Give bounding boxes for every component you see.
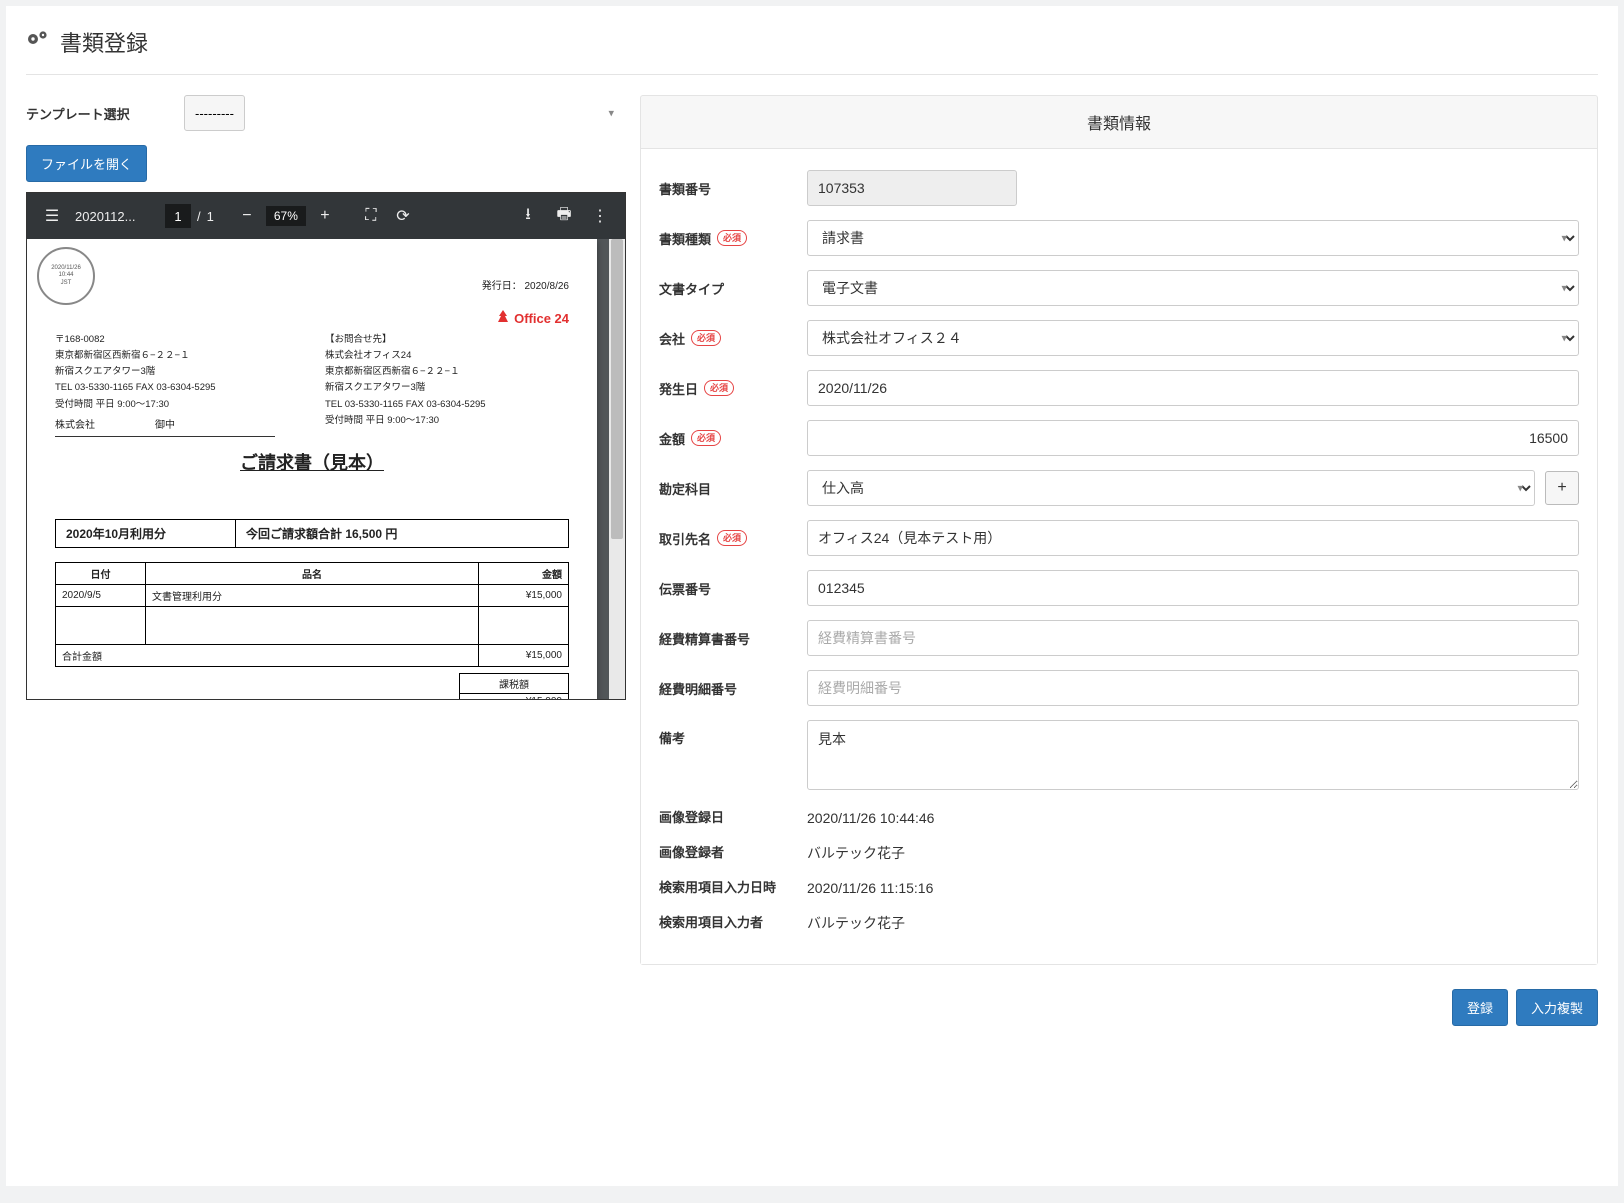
pdf-total-pages: 1 [207,209,214,224]
zoom-in-icon[interactable]: + [312,203,338,229]
account-select[interactable]: 仕入高 [807,470,1535,506]
image-reg-user: バルテック花子 [807,840,1579,863]
required-badge: 必須 [717,230,747,246]
template-select[interactable]: --------- [184,95,245,131]
gears-icon [26,29,50,55]
rotate-icon[interactable]: ⟳ [390,203,416,229]
timestamp-seal-icon: 2020/11/26 10:44 JST [37,247,95,305]
pdf-scrollbar[interactable] [609,239,625,699]
amount-field[interactable] [807,420,1579,456]
expense-line-no-field[interactable] [807,670,1579,706]
download-icon[interactable]: ⭳ [515,203,541,229]
doc-info-panel: 書類情報 書類番号 書類種類必須 請求書 文書タイプ 電子文書 [640,95,1598,965]
image-reg-date: 2020/11/26 10:44:46 [807,807,1579,826]
add-account-button[interactable]: + [1545,471,1579,505]
required-badge: 必須 [717,530,747,546]
doc-type-select[interactable]: 請求書 [807,220,1579,256]
more-icon[interactable]: ⋮ [587,203,613,229]
partner-field[interactable] [807,520,1579,556]
slip-no-field[interactable] [807,570,1579,606]
pdf-page-input[interactable] [165,204,191,228]
print-icon[interactable]: 🖶 [551,203,577,229]
panel-title: 書類情報 [641,96,1597,149]
pdf-page: 2020/11/26 10:44 JST 発行日： 2020/8/26 Offi… [27,239,597,699]
office24-logo: Office 24 [55,310,569,326]
expense-doc-no-field[interactable] [807,620,1579,656]
zoom-out-icon[interactable]: − [234,203,260,229]
pdf-page-sep: / [197,209,201,224]
occur-date-field[interactable] [807,370,1579,406]
pdf-viewer: ☰ 2020112... / 1 − 67% + ⛶ ⟳ [26,192,626,700]
book-type-select[interactable]: 電子文書 [807,270,1579,306]
company-select[interactable]: 株式会社オフィス２４ [807,320,1579,356]
page-title: 書類登録 [60,26,148,58]
search-input-user: バルテック花子 [807,910,1579,933]
fit-page-icon[interactable]: ⛶ [358,203,384,229]
template-label: テンプレート選択 [26,104,166,123]
duplicate-button[interactable]: 入力複製 [1516,989,1598,1026]
note-field[interactable] [807,720,1579,790]
doc-title: ご請求書（見本） [55,449,569,475]
menu-icon[interactable]: ☰ [39,203,65,229]
submit-button[interactable]: 登録 [1452,989,1508,1026]
required-badge: 必須 [691,430,721,446]
required-badge: 必須 [691,330,721,346]
pdf-zoom[interactable]: 67% [266,206,306,226]
pdf-filename: 2020112... [75,209,155,224]
open-file-button[interactable]: ファイルを開く [26,145,147,182]
doc-no-field [807,170,1017,206]
pdf-toolbar: ☰ 2020112... / 1 − 67% + ⛶ ⟳ [27,193,625,239]
search-input-date: 2020/11/26 11:15:16 [807,877,1579,896]
required-badge: 必須 [704,380,734,396]
